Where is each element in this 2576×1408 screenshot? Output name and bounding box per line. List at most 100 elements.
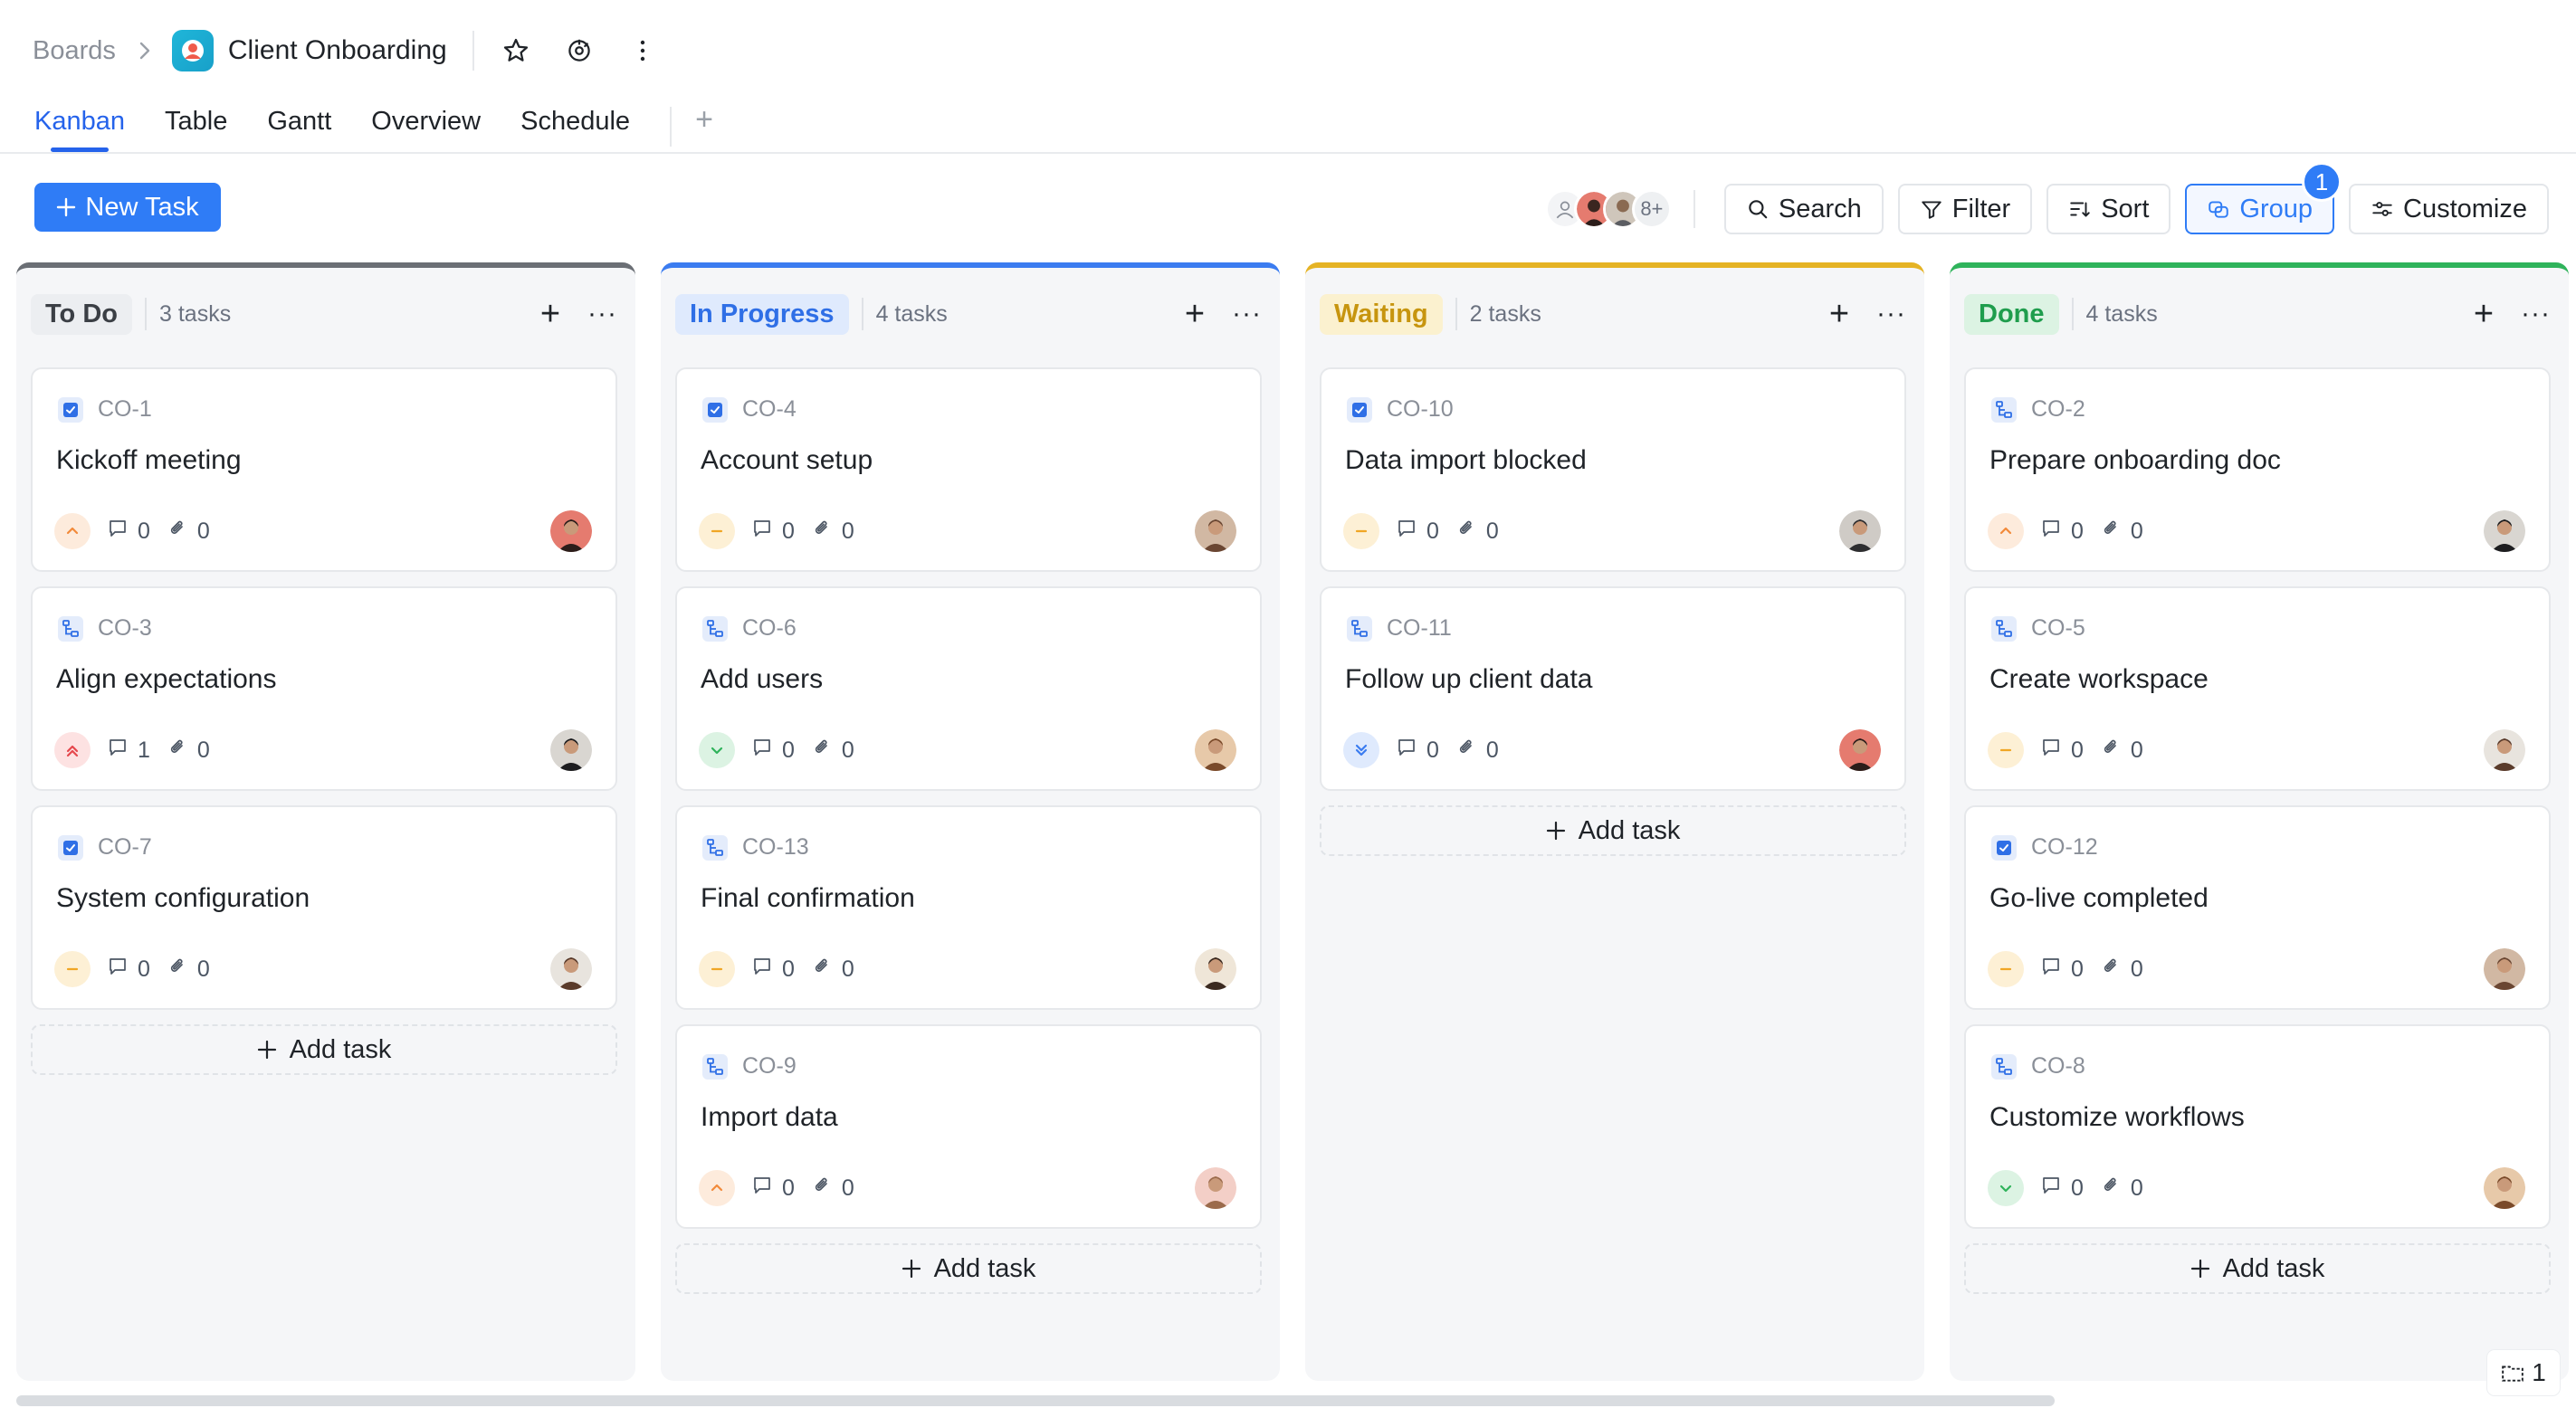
column-status-label[interactable]: Done xyxy=(1964,293,2059,335)
customize-button[interactable]: Customize xyxy=(2349,184,2549,234)
tab-overview[interactable]: Overview xyxy=(371,101,481,152)
task-card[interactable]: CO-4 Account setup 0 0 xyxy=(675,367,1262,572)
column-status-label[interactable]: In Progress xyxy=(675,293,849,335)
settings-icon[interactable] xyxy=(561,33,597,69)
scrollbar-thumb[interactable] xyxy=(16,1395,2055,1406)
assignee-avatar[interactable] xyxy=(1839,510,1881,552)
assignee-avatar[interactable] xyxy=(550,729,592,771)
task-key-label: CO-12 xyxy=(2031,834,2098,860)
more-vertical-icon[interactable] xyxy=(625,33,661,69)
task-card[interactable]: CO-1 Kickoff meeting 0 0 xyxy=(31,367,617,572)
tab-table[interactable]: Table xyxy=(165,101,227,152)
header-divider xyxy=(472,31,474,71)
task-card-footer: 00 xyxy=(699,510,1236,552)
assignee-avatar[interactable] xyxy=(2484,729,2525,771)
subtask-type-icon xyxy=(702,615,728,642)
task-key-label: CO-2 xyxy=(2031,396,2085,422)
add-task-button[interactable]: Add task xyxy=(31,1024,617,1075)
add-card-plus-icon[interactable]: + xyxy=(1829,297,1849,331)
paperclip-icon xyxy=(167,518,188,546)
view-tabs: Kanban Table Gantt Overview Schedule + xyxy=(0,101,2576,154)
folder-icon xyxy=(2502,1365,2524,1382)
task-card[interactable]: CO-7 System configuration 0 0 xyxy=(31,805,617,1010)
star-icon[interactable] xyxy=(498,33,534,69)
priority-medium-icon[interactable] xyxy=(699,951,735,987)
assignee-avatar[interactable] xyxy=(550,510,592,552)
tab-kanban[interactable]: Kanban xyxy=(34,101,125,152)
add-task-button[interactable]: Add task xyxy=(1964,1243,2551,1294)
assignee-avatar[interactable] xyxy=(550,948,592,990)
attachments-count: 0 xyxy=(167,956,210,984)
task-card[interactable]: CO-11 Follow up client data 0 0 xyxy=(1320,586,1906,791)
add-card-plus-icon[interactable]: + xyxy=(540,297,560,331)
task-card[interactable]: CO-10 Data import blocked 0 0 xyxy=(1320,367,1906,572)
priority-medium-icon[interactable] xyxy=(1343,513,1379,549)
assignee-avatar[interactable] xyxy=(2484,1167,2525,1209)
column-more-icon[interactable]: ··· xyxy=(1876,300,1906,328)
task-card[interactable]: CO-13 Final confirmation 0 0 xyxy=(675,805,1262,1010)
priority-lowest-icon[interactable] xyxy=(1343,732,1379,768)
task-card[interactable]: CO-5 Create workspace 0 0 xyxy=(1964,586,2551,791)
assignee-avatar[interactable] xyxy=(1195,510,1236,552)
task-title: Account setup xyxy=(701,445,873,475)
task-key-label: CO-5 xyxy=(2031,615,2085,641)
add-task-label: Add task xyxy=(1578,815,1681,845)
attachments-count: 0 xyxy=(1455,737,1499,765)
attachments-count: 0 xyxy=(167,518,210,546)
horizontal-scrollbar[interactable] xyxy=(16,1394,2560,1406)
new-task-button[interactable]: New Task xyxy=(34,183,221,232)
add-card-plus-icon[interactable]: + xyxy=(1185,297,1205,331)
add-card-plus-icon[interactable]: + xyxy=(2474,297,2494,331)
task-title: Kickoff meeting xyxy=(56,445,242,475)
priority-medium-icon[interactable] xyxy=(1988,732,2024,768)
task-title: Customize workflows xyxy=(1989,1102,2245,1132)
task-card[interactable]: CO-8 Customize workflows 0 0 xyxy=(1964,1024,2551,1229)
breadcrumb-boards[interactable]: Boards xyxy=(33,36,116,66)
task-card[interactable]: CO-3 Align expectations 1 0 xyxy=(31,586,617,791)
column-more-icon[interactable]: ··· xyxy=(587,300,617,328)
assignee-avatar[interactable] xyxy=(2484,948,2525,990)
assignee-avatar[interactable] xyxy=(1195,1167,1236,1209)
tab-gantt[interactable]: Gantt xyxy=(267,101,331,152)
assignee-avatar[interactable] xyxy=(2484,510,2525,552)
add-view-plus-icon[interactable]: + xyxy=(695,101,713,138)
corner-widget[interactable]: 1 xyxy=(2487,1350,2560,1395)
priority-medium-icon[interactable] xyxy=(1988,951,2024,987)
comment-icon xyxy=(751,737,773,765)
assignee-avatar[interactable] xyxy=(1195,948,1236,990)
comment-icon xyxy=(751,518,773,546)
priority-medium-high-icon[interactable] xyxy=(1988,513,2024,549)
attachments-value: 0 xyxy=(841,956,854,982)
add-task-button[interactable]: Add task xyxy=(675,1243,1262,1294)
sort-button[interactable]: Sort xyxy=(2046,184,2171,234)
assignee-avatar[interactable] xyxy=(1195,729,1236,771)
group-button[interactable]: Group 1 xyxy=(2185,162,2342,234)
task-card[interactable]: CO-12 Go-live completed 0 0 xyxy=(1964,805,2551,1010)
comments-count: 1 xyxy=(107,737,150,765)
column-status-label[interactable]: To Do xyxy=(31,293,132,335)
priority-medium-icon[interactable] xyxy=(699,513,735,549)
priority-highest-icon[interactable] xyxy=(54,732,91,768)
priority-low-icon[interactable] xyxy=(1988,1170,2024,1206)
task-key: CO-11 xyxy=(1347,615,1452,642)
add-task-button[interactable]: Add task xyxy=(1320,805,1906,856)
member-avatars[interactable]: 8+ xyxy=(1544,189,1672,229)
column-status-label[interactable]: Waiting xyxy=(1320,293,1443,335)
task-card[interactable]: CO-2 Prepare onboarding doc 0 0 xyxy=(1964,367,2551,572)
column-more-icon[interactable]: ··· xyxy=(2521,300,2551,328)
priority-medium-high-icon[interactable] xyxy=(699,1170,735,1206)
attachments-count: 0 xyxy=(811,737,854,765)
tab-schedule[interactable]: Schedule xyxy=(520,101,630,152)
priority-low-icon[interactable] xyxy=(699,732,735,768)
assignee-avatar[interactable] xyxy=(1839,729,1881,771)
task-card[interactable]: CO-9 Import data 0 0 xyxy=(675,1024,1262,1229)
column-more-icon[interactable]: ··· xyxy=(1232,300,1262,328)
column-waiting: Waiting 2 tasks + ··· CO-10 Data import block… xyxy=(1305,262,1924,1381)
attachments-value: 0 xyxy=(196,737,210,763)
priority-medium-icon[interactable] xyxy=(54,951,91,987)
priority-medium-high-icon[interactable] xyxy=(54,513,91,549)
search-button[interactable]: Search xyxy=(1723,184,1884,234)
subtask-type-icon xyxy=(1991,615,2017,642)
task-card[interactable]: CO-6 Add users 0 0 xyxy=(675,586,1262,791)
filter-button[interactable]: Filter xyxy=(1897,184,2033,234)
